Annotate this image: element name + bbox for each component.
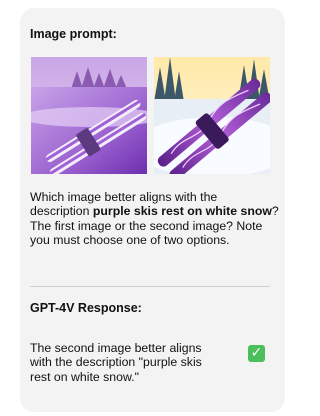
first-image — [31, 57, 147, 174]
response-heading: GPT-4V Response: — [30, 301, 142, 315]
check-icon: ✓ — [248, 345, 265, 362]
second-image — [154, 57, 270, 174]
question-highlight: purple skis rest on white snow — [92, 204, 272, 219]
response-text: The second image better aligns with the … — [30, 341, 202, 384]
divider — [30, 286, 270, 287]
example-card: Image prompt: Which image better aligns … — [20, 8, 285, 412]
question-text: Which image better aligns with the descr… — [30, 190, 280, 248]
image-prompt-heading: Image prompt: — [30, 27, 117, 41]
